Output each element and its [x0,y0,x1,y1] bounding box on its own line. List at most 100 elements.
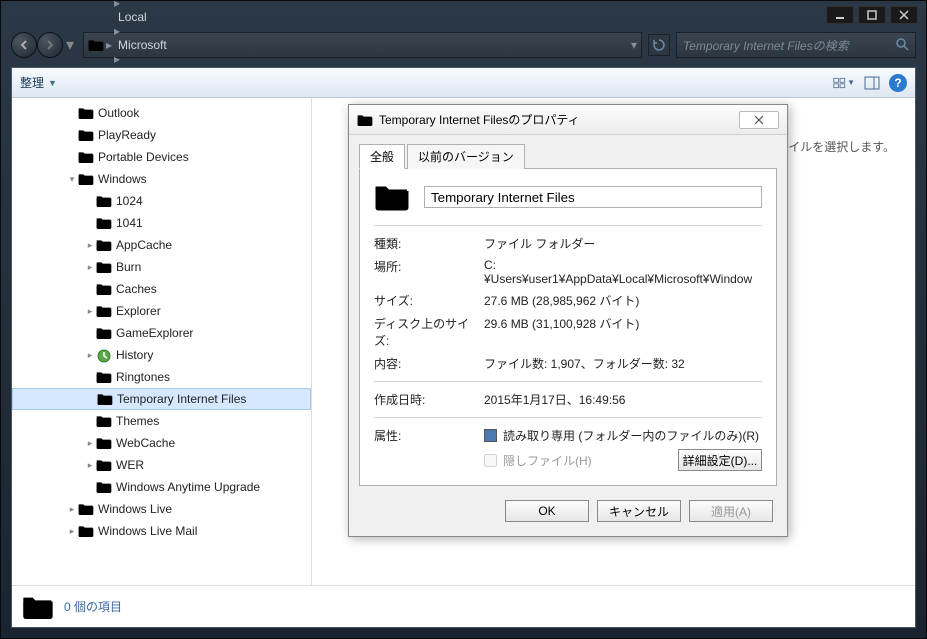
dialog-title: Temporary Internet Filesのプロパティ [379,111,580,128]
tree-item-label: GameExplorer [116,326,193,340]
folder-icon [78,502,94,516]
tree-item[interactable]: ▸Burn [12,256,311,278]
label-type: 種類: [374,235,484,252]
cancel-button[interactable]: キャンセル [597,500,681,522]
tree-item-label: Windows Live Mail [98,524,197,538]
nav-history-dropdown[interactable]: ▾ [63,32,77,58]
folder-icon [96,194,112,208]
label-size: サイズ: [374,292,484,309]
breadcrumb-bar[interactable]: ▸ AppData▸Local▸Microsoft▸Windows▸Tempor… [83,32,642,58]
tree-item[interactable]: Temporary Internet Files [12,388,311,410]
command-bar: 整理 ▼ ▼ ? [12,68,915,98]
dialog-close-button[interactable] [739,111,779,129]
tree-item[interactable]: Portable Devices [12,146,311,168]
tree-item[interactable]: ▸Windows Live [12,498,311,520]
tree-item-label: 1041 [116,216,143,230]
history-icon [96,348,112,362]
readonly-checkbox[interactable] [484,429,497,442]
folder-icon [88,37,104,53]
hidden-checkbox[interactable] [484,454,497,467]
tree-item[interactable]: ▸Explorer [12,300,311,322]
hidden-label: 隠しファイル(H) [503,452,592,469]
status-count: 0 個の項目 [64,598,122,615]
help-button[interactable]: ? [889,74,907,92]
tree-item[interactable]: ▸Windows Live Mail [12,520,311,542]
folder-icon [96,260,112,274]
dialog-tabs: 全般 以前のバージョン [359,143,777,169]
dialog-titlebar[interactable]: Temporary Internet Filesのプロパティ [349,105,787,135]
view-options-button[interactable]: ▼ [833,72,855,94]
address-bar: ▾ ▸ AppData▸Local▸Microsoft▸Windows▸Temp… [11,29,916,61]
label-created: 作成日時: [374,391,484,408]
navigation-tree[interactable]: OutlookPlayReady Portable Devices ▾Windows… [12,98,312,585]
forward-button[interactable] [37,32,63,58]
organize-menu[interactable]: 整理 ▼ [20,74,57,91]
tree-item-label: Caches [116,282,157,296]
tree-item-label: Burn [116,260,141,274]
content-hint: ァイルを選択します。 [776,138,895,155]
refresh-button[interactable] [648,34,670,56]
breadcrumb-dropdown[interactable]: ▾ [631,38,637,52]
tree-item[interactable]: PlayReady [12,124,311,146]
label-location: 場所: [374,258,484,286]
tree-item[interactable]: ▸AppCache [12,234,311,256]
tab-general[interactable]: 全般 [359,144,405,169]
tab-panel-general: 種類:ファイル フォルダー 場所:C:¥Users¥user1¥AppData¥… [359,169,777,486]
tree-item[interactable]: 1041 [12,212,311,234]
value-created: 2015年1月17日、16:49:56 [484,391,762,408]
tree-item[interactable]: ▸WER [12,454,311,476]
breadcrumb-segment[interactable]: Local [114,10,251,24]
advanced-button[interactable]: 詳細設定(D)... [678,449,762,471]
search-input[interactable]: Temporary Internet Filesの検索 [676,32,916,58]
folder-icon [96,436,112,450]
tree-item[interactable]: Windows Anytime Upgrade [12,476,311,498]
tree-item-label: WebCache [116,436,175,450]
tree-item[interactable]: ▾Windows [12,168,311,190]
minimize-button[interactable] [826,6,854,24]
back-button[interactable] [11,32,37,58]
folder-name-input[interactable] [424,186,762,208]
folder-icon [357,112,373,128]
folder-icon [78,106,94,120]
tree-item-label: Themes [116,414,159,428]
tree-item-label: 1024 [116,194,143,208]
tree-item-label: WER [116,458,144,472]
apply-button[interactable]: 適用(A) [689,500,773,522]
tree-item[interactable]: GameExplorer [12,322,311,344]
folder-icon [96,238,112,252]
tab-previous-versions[interactable]: 以前のバージョン [407,144,525,169]
folder-icon [22,593,54,621]
tree-item-label: Windows Anytime Upgrade [116,480,260,494]
folder-icon [96,282,112,296]
tree-item-label: History [116,348,153,362]
properties-dialog: Temporary Internet Filesのプロパティ 全般 以前のバージ… [348,104,788,537]
tree-item[interactable]: 1024 [12,190,311,212]
folder-icon [96,326,112,340]
search-icon [895,37,909,54]
tree-item[interactable]: Themes [12,410,311,432]
folder-icon [78,128,94,142]
tree-item[interactable]: Outlook [12,102,311,124]
preview-pane-button[interactable] [861,72,883,94]
folder-icon [96,216,112,230]
tree-item[interactable]: Ringtones [12,366,311,388]
tree-item[interactable]: ▸WebCache [12,432,311,454]
folder-icon [96,458,112,472]
folder-icon [78,172,94,186]
value-disk-size: 29.6 MB (31,100,928 バイト) [484,315,762,349]
breadcrumb-segment[interactable]: Microsoft [114,38,251,52]
readonly-label: 読み取り専用 (フォルダー内のファイルのみ)(R) [503,427,759,444]
label-disk-size: ディスク上のサイズ: [374,315,484,349]
tree-item-label: Windows Live [98,502,172,516]
folder-icon [78,150,94,164]
tree-item[interactable]: ▸History [12,344,311,366]
ok-button[interactable]: OK [505,500,589,522]
tree-item-label: Windows [98,172,147,186]
label-attributes: 属性: [374,427,484,444]
folder-icon [96,304,112,318]
maximize-button[interactable] [858,6,886,24]
tree-item-label: Portable Devices [98,150,189,164]
close-button[interactable] [890,6,918,24]
folder-icon [96,414,112,428]
tree-item[interactable]: Caches [12,278,311,300]
